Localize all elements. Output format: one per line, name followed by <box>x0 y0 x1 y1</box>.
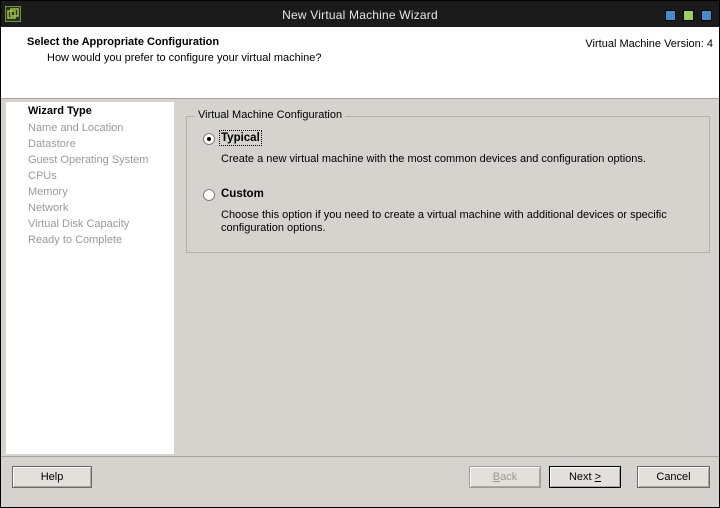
step-memory: Memory <box>28 186 68 198</box>
next-mnemonic: > <box>594 471 602 483</box>
page-title: Select the Appropriate Configuration <box>27 36 220 48</box>
step-cpus: CPUs <box>28 170 57 182</box>
step-network: Network <box>28 202 69 214</box>
custom-description-line-1: Choose this option if you need to create… <box>221 209 667 221</box>
help-button[interactable]: Help <box>12 466 92 488</box>
next-label-prefix: Next <box>568 471 595 483</box>
step-guest-os: Guest Operating System <box>28 154 149 166</box>
minimize-button[interactable] <box>665 10 676 21</box>
step-ready-to-complete: Ready to Complete <box>28 234 123 246</box>
custom-option-label[interactable]: Custom <box>221 188 264 200</box>
back-button[interactable]: Back <box>469 466 541 488</box>
cancel-button[interactable]: Cancel <box>637 466 710 488</box>
button-bar: Help Back Next > Cancel <box>1 456 719 508</box>
step-datastore: Datastore <box>28 138 76 150</box>
step-name-and-location: Name and Location <box>28 122 124 134</box>
wizard-window: New Virtual Machine Wizard Select the Ap… <box>0 0 720 508</box>
page-subtitle: How would you prefer to configure your v… <box>47 52 322 64</box>
back-mnemonic: B <box>492 471 501 483</box>
step-wizard-type: Wizard Type <box>28 105 92 117</box>
step-virtual-disk-capacity: Virtual Disk Capacity <box>28 218 130 230</box>
window-title: New Virtual Machine Wizard <box>282 8 438 22</box>
vm-version-label: Virtual Machine Version: 4 <box>585 38 713 50</box>
group-label: Virtual Machine Configuration <box>195 109 346 121</box>
wizard-steps-list: Wizard Type Name and Location Datastore … <box>6 102 174 454</box>
next-button[interactable]: Next > <box>549 466 621 488</box>
custom-radio[interactable] <box>203 189 215 201</box>
wizard-header: Select the Appropriate Configuration How… <box>1 27 719 99</box>
maximize-button[interactable] <box>683 10 694 21</box>
close-button[interactable] <box>701 10 712 21</box>
typical-radio[interactable] <box>203 133 215 145</box>
back-label-suffix: ack <box>500 471 518 483</box>
vm-configuration-group: Virtual Machine Configuration Typical Cr… <box>186 109 710 253</box>
typical-description: Create a new virtual machine with the mo… <box>221 153 646 165</box>
typical-option-label[interactable]: Typical <box>219 130 262 146</box>
radio-selected-dot <box>207 137 211 141</box>
custom-description-line-2: configuration options. <box>221 222 326 234</box>
wizard-content: Virtual Machine Configuration Typical Cr… <box>179 102 715 454</box>
title-bar[interactable]: New Virtual Machine Wizard <box>1 1 719 27</box>
